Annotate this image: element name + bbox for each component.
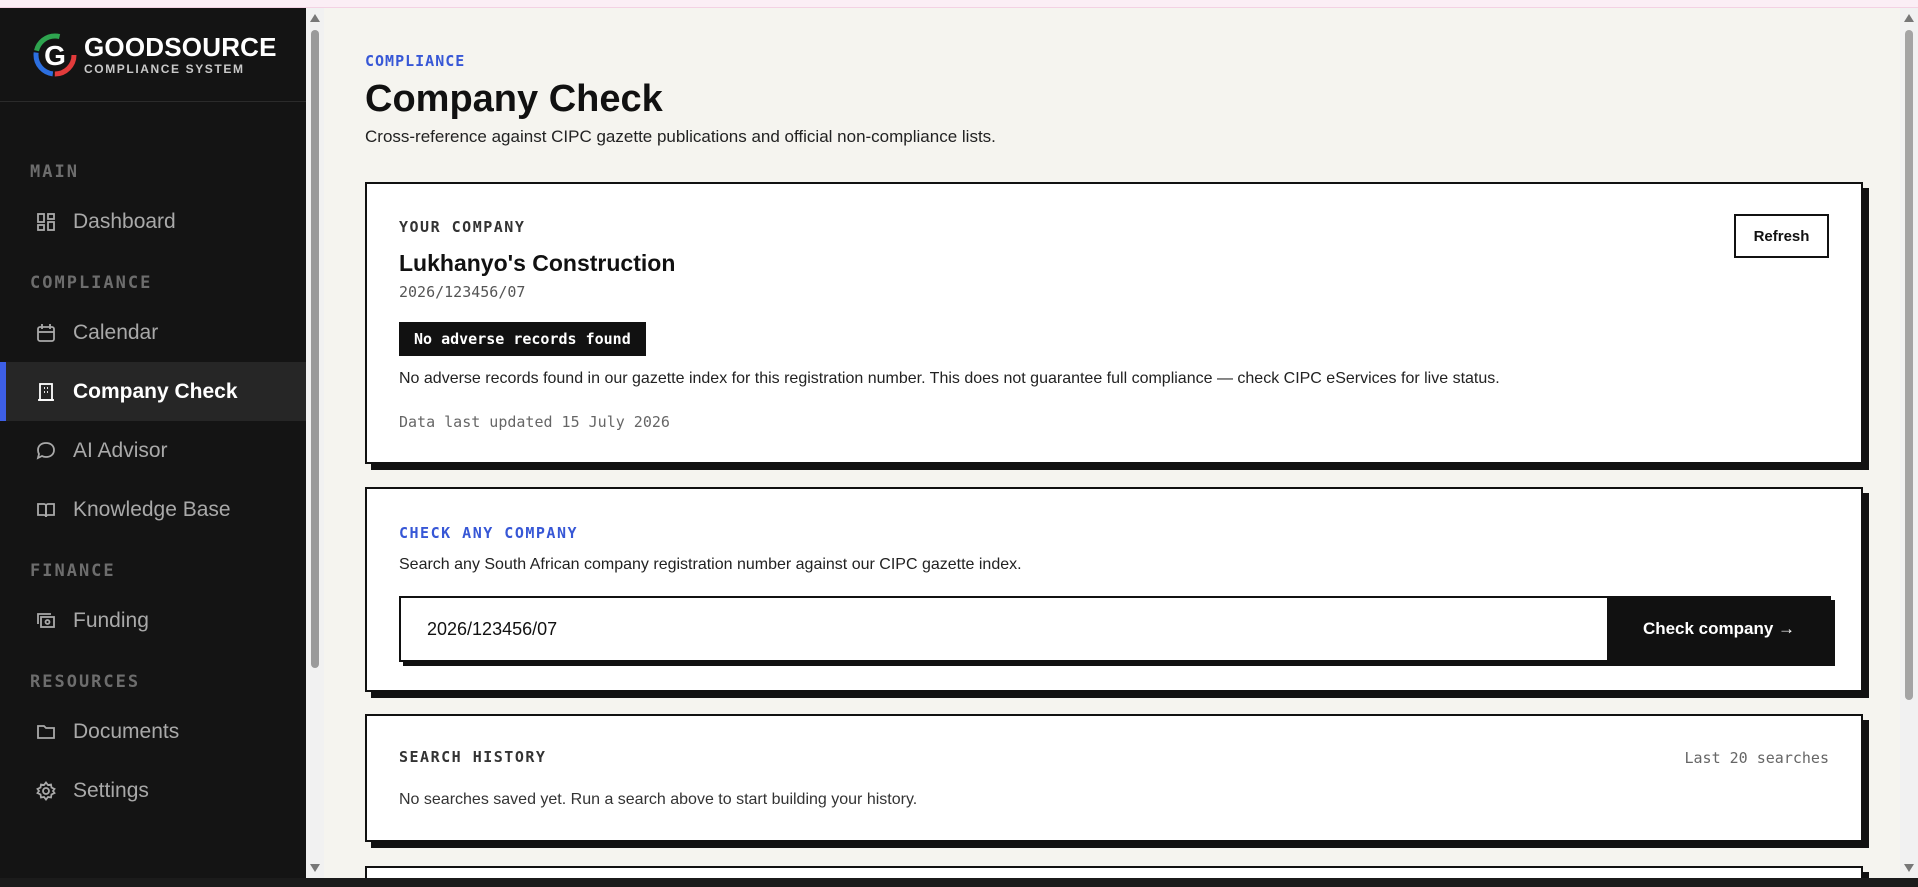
search-history-meta: Last 20 searches — [1684, 749, 1830, 767]
scroll-down-arrow-icon[interactable] — [1904, 864, 1914, 872]
goodsource-logo: G — [32, 32, 78, 78]
sidebar-scrollbar[interactable] — [306, 8, 324, 878]
breadcrumb[interactable]: COMPLIANCE — [365, 52, 465, 70]
your-company-heading: YOUR COMPANY — [399, 218, 526, 236]
brand-name: GOODSOURCE — [84, 31, 277, 62]
brand[interactable]: G GOODSOURCE COMPLIANCE SYSTEM — [0, 8, 306, 102]
search-history-heading: SEARCH HISTORY — [399, 748, 547, 766]
refresh-button[interactable]: Refresh — [1734, 214, 1829, 258]
sidebar-item-funding[interactable]: Funding — [0, 591, 306, 650]
search-row: Check company → — [399, 596, 1831, 662]
scroll-down-arrow-icon[interactable] — [310, 864, 320, 872]
compliance-note: No adverse records found in our gazette … — [399, 370, 1500, 387]
sidebar-item-company-check[interactable]: Company Check — [0, 362, 306, 421]
search-history-empty: No searches saved yet. Run a search abov… — [399, 791, 918, 808]
sidebar: G GOODSOURCE COMPLIANCE SYSTEM MAIN Dash… — [0, 8, 306, 878]
page-subtitle: Cross-reference against CIPC gazette pub… — [365, 127, 996, 146]
sidebar-item-label: Knowledge Base — [73, 497, 231, 521]
scrollbar-thumb[interactable] — [1905, 30, 1913, 700]
section-compliance: COMPLIANCE — [30, 273, 153, 293]
sidebar-item-label: Company Check — [73, 379, 238, 403]
brand-tagline: COMPLIANCE SYSTEM — [84, 61, 245, 76]
book-icon — [36, 500, 56, 520]
check-any-heading: CHECK ANY COMPANY — [399, 524, 579, 542]
dashboard-icon — [36, 212, 56, 232]
registration-input[interactable] — [399, 596, 1607, 662]
sidebar-item-documents[interactable]: Documents — [0, 702, 306, 761]
chat-icon — [36, 441, 56, 461]
sidebar-item-label: Funding — [73, 608, 149, 632]
money-icon — [36, 611, 56, 631]
scrollbar-thumb[interactable] — [311, 30, 319, 668]
sidebar-item-knowledge-base[interactable]: Knowledge Base — [0, 480, 306, 539]
section-resources: RESOURCES — [30, 672, 141, 692]
building-icon — [36, 382, 56, 402]
sidebar-item-dashboard[interactable]: Dashboard — [0, 192, 306, 251]
sidebar-item-label: Calendar — [73, 320, 159, 344]
sidebar-item-calendar[interactable]: Calendar — [0, 303, 306, 362]
calendar-icon — [36, 323, 56, 343]
top-line — [0, 0, 1918, 8]
folder-icon — [36, 722, 56, 742]
section-main: MAIN — [30, 162, 79, 182]
your-company-card: YOUR COMPANY Refresh Lukhanyo's Construc… — [365, 182, 1863, 464]
page-title: Company Check — [365, 78, 663, 120]
status-badge: No adverse records found — [399, 322, 646, 356]
search-history-card: SEARCH HISTORY Last 20 searches No searc… — [365, 714, 1863, 842]
sidebar-item-label: Documents — [73, 719, 180, 743]
scroll-up-arrow-icon[interactable] — [1904, 14, 1914, 22]
check-any-company-card: CHECK ANY COMPANY Search any South Afric… — [365, 487, 1863, 692]
section-finance: FINANCE — [30, 561, 116, 581]
sidebar-item-settings[interactable]: Settings — [0, 761, 306, 820]
svg-text:G: G — [44, 40, 66, 71]
scroll-up-arrow-icon[interactable] — [310, 14, 320, 22]
bottom-bar — [0, 878, 1918, 887]
sidebar-item-ai-advisor[interactable]: AI Advisor — [0, 421, 306, 480]
sidebar-item-label: Settings — [73, 778, 149, 802]
check-any-description: Search any South African company registr… — [399, 556, 1022, 573]
page-scrollbar[interactable] — [1900, 8, 1918, 878]
sidebar-item-label: Dashboard — [73, 209, 176, 233]
registration-number: 2026/123456/07 — [399, 283, 526, 301]
last-updated: Data last updated 15 July 2026 — [399, 413, 670, 431]
company-name: Lukhanyo's Construction — [399, 250, 676, 276]
sidebar-item-label: AI Advisor — [73, 438, 168, 462]
check-company-button[interactable]: Check company → — [1607, 596, 1831, 662]
gear-icon — [36, 780, 56, 801]
